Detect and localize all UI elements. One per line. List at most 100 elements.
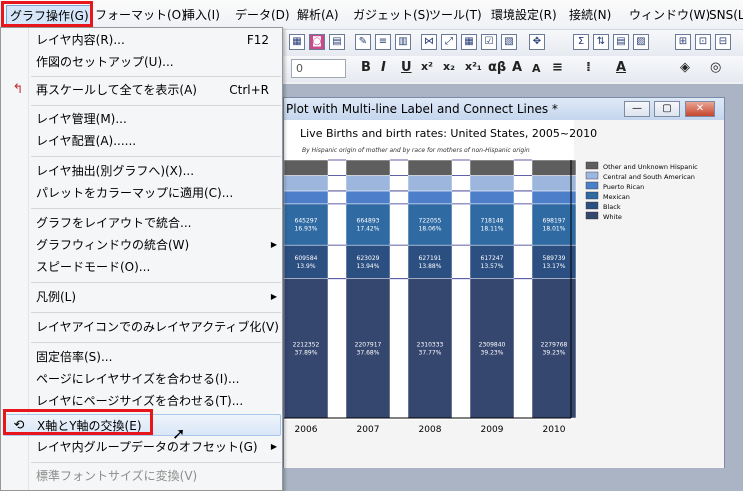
menu-item-exchange-xy[interactable]: ⟲ X軸とY軸の交換(E) [3, 414, 281, 436]
menu-separator [31, 342, 281, 343]
bar-segment [283, 190, 329, 205]
decrease-font-button[interactable]: A [532, 62, 541, 75]
bar-segment [469, 159, 515, 176]
menu-item-speed-mode[interactable]: スピードモード(O)... [3, 256, 281, 278]
zoom-icon[interactable]: ⊟ [715, 34, 731, 50]
menu-data[interactable]: データ(D) [232, 5, 293, 25]
maximize-button[interactable]: ▢ [654, 101, 680, 117]
expand-icon[interactable]: ⤢ [441, 34, 457, 50]
x-tick-label: 2009 [481, 425, 504, 435]
menu-analysis[interactable]: 解析(A) [294, 5, 342, 25]
menu-graph[interactable]: グラフ操作(G) [6, 5, 93, 25]
legend-entry: Black [603, 203, 621, 211]
underline-button[interactable]: U [401, 60, 412, 75]
data-label: 2207917 [355, 341, 382, 348]
data-label: 13.9% [296, 263, 315, 270]
plot-page: Live Births and birth rates: United Stat… [283, 120, 724, 468]
bars-icon[interactable]: ▥ [395, 34, 411, 50]
menu-gadget[interactable]: ガジェット(S) [350, 5, 433, 25]
rescale-icon: ↰ [12, 82, 24, 97]
film-icon[interactable]: ▤ [329, 34, 345, 50]
shortcut-label: F12 [246, 33, 269, 47]
menu-item-layer-arrange[interactable]: レイヤ配置(A)...... [3, 130, 281, 152]
menu-item-merge-layout[interactable]: グラフをレイアウトで統合... [3, 212, 281, 234]
lines-icon[interactable]: ≡ [375, 34, 391, 50]
data-label: 2310333 [417, 341, 444, 348]
pattern-fill-icon[interactable]: ◎ [710, 60, 721, 75]
menu-item-rescale[interactable]: ↰ 再スケールして全てを表示(A) Ctrl+R [3, 79, 281, 101]
bold-button[interactable]: B [361, 60, 371, 75]
menu-separator [31, 208, 281, 209]
menu-item-label: レイヤ抽出(別グラフへ)(X)... [36, 164, 195, 178]
nodes-icon[interactable]: ⋈ [421, 34, 437, 50]
supersub-button[interactable]: x²₁ [465, 60, 482, 73]
menu-item-label: レイヤ内容(R)... [36, 33, 125, 47]
menu-item-label: レイヤ配置(A)...... [36, 134, 137, 148]
menu-item-offset-group-data[interactable]: レイヤ内グループデータのオフセット(G) ▶ [3, 436, 281, 458]
menu-format[interactable]: フォーマット(O) [92, 5, 189, 25]
subscript-button[interactable]: x₂ [443, 60, 455, 73]
move-icon[interactable]: ✥ [529, 34, 545, 50]
edit-graph-icon[interactable]: ✎ [355, 34, 371, 50]
menu-insert[interactable]: 挿入(I) [180, 5, 223, 25]
menu-tools[interactable]: ツール(T) [426, 5, 485, 25]
menu-item-palette-colormap[interactable]: パレットをカラーマップに適用(C)... [3, 182, 281, 204]
data-label: 664893 [357, 218, 380, 225]
menu-window[interactable]: ウィンドウ(W) [626, 5, 713, 25]
increase-font-button[interactable]: A [512, 60, 522, 75]
menu-sns[interactable]: SNS(L) [706, 5, 743, 25]
greek-button[interactable]: αβ [488, 60, 506, 75]
table-icon[interactable]: ▦ [461, 34, 477, 50]
legend-entry: Mexican [603, 193, 630, 201]
data-label: 623029 [357, 255, 380, 262]
sum-icon[interactable]: Σ [573, 34, 589, 50]
pattern-icon[interactable]: ⁞ [586, 60, 591, 75]
menu-item-extract-layers[interactable]: レイヤ抽出(別グラフへ)(X)... [3, 160, 281, 182]
menu-item-label: グラフをレイアウトで統合... [36, 216, 192, 230]
menu-item-layer-contents[interactable]: レイヤ内容(R)... F12 [3, 29, 281, 51]
bar-segment [283, 159, 329, 176]
data-label: 37.68% [357, 349, 380, 356]
sort-icon[interactable]: ⇅ [593, 34, 609, 50]
minimize-button[interactable]: — [624, 101, 650, 117]
superscript-button[interactable]: x² [421, 60, 433, 73]
grid-icon[interactable]: ▧ [501, 34, 517, 50]
close-button[interactable]: ✕ [685, 101, 715, 117]
font-size-select[interactable]: 0 [291, 59, 346, 78]
menu-item-label: グラフウィンドウの統合(W) [36, 238, 190, 252]
menu-item-plot-setup[interactable]: 作図のセットアップ(U)... [3, 51, 281, 73]
bar-segment [531, 203, 577, 246]
layer-icon[interactable]: ▦ [289, 34, 305, 50]
data-label: 2309840 [479, 341, 506, 348]
data-label: 39.23% [481, 349, 504, 356]
submenu-arrow-icon: ▶ [270, 292, 277, 301]
check-icon[interactable]: ☑ [481, 34, 497, 50]
fill-color-icon[interactable]: ◈ [680, 60, 690, 75]
menu-connect[interactable]: 接続(N) [566, 5, 614, 25]
italic-button[interactable]: I [381, 60, 386, 75]
bar-segment [469, 190, 515, 205]
plot-icon[interactable]: ⊞ [675, 34, 691, 50]
stats-icon[interactable]: ▤ [613, 34, 629, 50]
menu-item-layer-management[interactable]: レイヤ管理(M)... [3, 108, 281, 130]
data-label: 18.01% [543, 226, 566, 233]
bar-segment [469, 203, 515, 246]
menu-item-legend[interactable]: 凡例(L) ▶ [3, 286, 281, 308]
menu-item-fit-page-to-layer[interactable]: レイヤにページサイズを合わせる(T)... [3, 390, 281, 412]
legend-entry: White [603, 213, 622, 221]
legend-entry: Other and Unknown Hispanic [603, 163, 698, 171]
picture-icon[interactable]: ◙ [309, 34, 325, 50]
font-color-icon[interactable]: A [616, 60, 626, 75]
menu-item-label: ページにレイヤサイズを合わせる(I)... [36, 372, 240, 386]
data-label: 645297 [295, 218, 318, 225]
menu-item-fixed-factor[interactable]: 固定倍率(S)... [3, 346, 281, 368]
align-icon[interactable]: ≡ [552, 60, 563, 75]
menu-separator [31, 156, 281, 157]
chart-icon[interactable]: ▨ [633, 34, 649, 50]
menu-item-fit-layer-to-page[interactable]: ページにレイヤサイズを合わせる(I)... [3, 368, 281, 390]
menu-item-merge-graph-windows[interactable]: グラフウィンドウの統合(W) ▶ [3, 234, 281, 256]
data-label: 17.42% [357, 226, 380, 233]
fit-icon[interactable]: ⊡ [695, 34, 711, 50]
menu-item-activate-layer-icon[interactable]: レイヤアイコンでのみレイヤアクティブ化(V) [3, 316, 281, 338]
menu-preferences[interactable]: 環境設定(R) [488, 5, 560, 25]
